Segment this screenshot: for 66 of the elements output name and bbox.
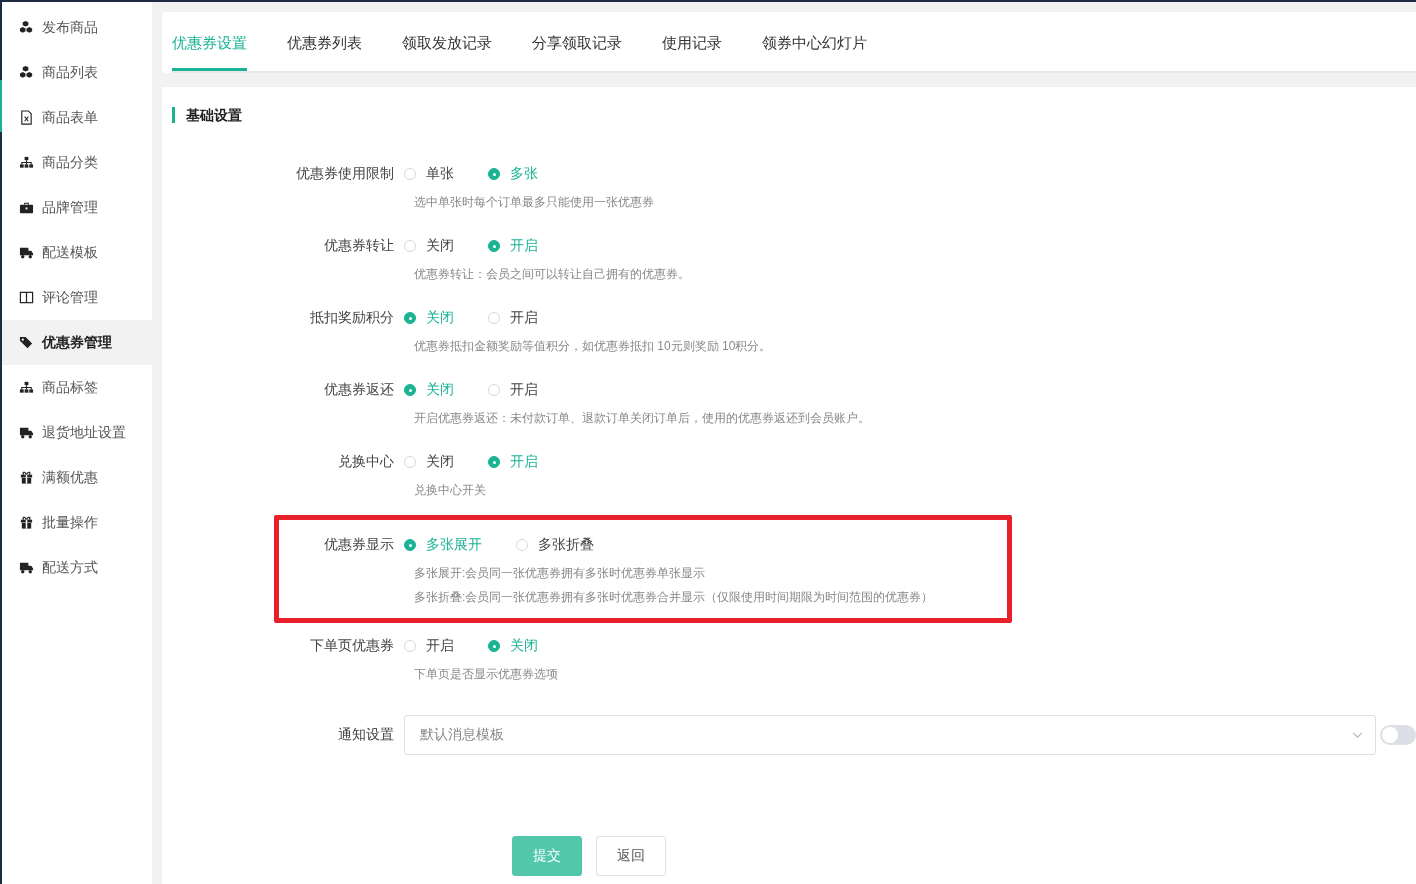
sidebar-item[interactable]: 商品列表 <box>2 50 152 95</box>
radio-button[interactable] <box>488 640 500 652</box>
sidebar-item[interactable]: 配送方式 <box>2 545 152 590</box>
radio-button[interactable] <box>404 384 416 396</box>
gift-icon <box>19 515 34 530</box>
tab[interactable]: 领取发放记录 <box>402 30 492 71</box>
radio-button[interactable] <box>404 539 416 551</box>
radio-option[interactable]: 开启 <box>488 309 538 327</box>
cubes-icon <box>19 65 34 80</box>
sidebar-item[interactable]: 优惠券管理 <box>2 320 152 365</box>
template-dropdown[interactable]: 默认消息模板 <box>404 715 1376 755</box>
tab[interactable]: 优惠券列表 <box>287 30 362 71</box>
radio-button[interactable] <box>488 456 500 468</box>
radio-button[interactable] <box>404 312 416 324</box>
sidebar-item[interactable]: 满额优惠 <box>2 455 152 500</box>
briefcase-icon <box>19 200 34 215</box>
hint-text: 优惠券转让：会员之间可以转让自己拥有的优惠券。 <box>414 267 691 281</box>
hint-text: 优惠券抵扣金额奖励等值积分，如优惠券抵扣 10元则奖励 10积分。 <box>414 339 773 353</box>
gift-icon <box>19 470 34 485</box>
sitemap-icon <box>19 380 34 395</box>
tab[interactable]: 领券中心幻灯片 <box>762 30 867 71</box>
hint-text: 多张展开:会员同一张优惠券拥有多张时优惠券单张显示 <box>414 566 707 580</box>
sidebar-item[interactable]: 退货地址设置 <box>2 410 152 455</box>
hint-text: 下单页是否显示优惠券选项 <box>414 667 559 681</box>
truck-icon <box>19 425 34 440</box>
tab[interactable]: 使用记录 <box>662 30 722 71</box>
radio-option[interactable]: 关闭 <box>404 453 454 471</box>
tags-icon <box>19 335 34 350</box>
field-label: 优惠券转让 <box>323 237 395 255</box>
document-icon <box>19 110 34 125</box>
field-label: 通知设置 <box>337 726 395 744</box>
sidebar-item[interactable]: 批量操作 <box>2 500 152 545</box>
chevron-down-icon <box>1352 731 1363 739</box>
hint-text: 开启优惠券返还：未付款订单、退款订单关闭订单后，使用的优惠券返还到会员账户。 <box>414 411 871 425</box>
field-label: 优惠券使用限制 <box>295 165 395 183</box>
sidebar-item[interactable]: 品牌管理 <box>2 185 152 230</box>
hint-text: 多张折叠:会员同一张优惠券拥有多张时优惠券合并显示（仅限使用时间期限为时间范围的优惠券） <box>414 590 935 604</box>
radio-button[interactable] <box>488 168 500 180</box>
sidebar-item[interactable]: 商品标签 <box>2 365 152 410</box>
section-title: 基础设置 <box>172 107 1416 123</box>
button[interactable]: 返回 <box>596 836 666 876</box>
field-label: 兑换中心 <box>337 453 395 471</box>
sidebar-item[interactable]: 评论管理 <box>2 275 152 320</box>
radio-option[interactable]: 开启 <box>404 637 454 655</box>
radio-option[interactable]: 开启 <box>488 381 538 399</box>
columns-icon <box>19 290 34 305</box>
truck-icon <box>19 245 34 260</box>
sidebar-item[interactable]: 发布商品 <box>2 5 152 50</box>
sitemap-icon <box>19 155 34 170</box>
radio-option[interactable]: 单张 <box>404 165 454 183</box>
tab[interactable]: 分享领取记录 <box>532 30 622 71</box>
radio-option[interactable]: 关闭 <box>404 237 454 255</box>
sidebar-item[interactable]: 配送模板 <box>2 230 152 275</box>
field-label: 抵扣奖励积分 <box>309 309 395 327</box>
field-label: 下单页优惠券 <box>309 637 395 655</box>
sidebar-item[interactable]: 商品表单 <box>2 95 152 140</box>
toggle-switch[interactable] <box>1380 725 1416 745</box>
hint-text: 兑换中心开关 <box>414 483 487 497</box>
radio-button[interactable] <box>488 240 500 252</box>
radio-option[interactable]: 多张折叠 <box>516 536 594 554</box>
hint-text: 选中单张时每个订单最多只能使用一张优惠券 <box>414 195 655 209</box>
field-label: 优惠券返还 <box>323 381 395 399</box>
truck-icon <box>19 560 34 575</box>
field-label: 优惠券显示 <box>323 536 395 554</box>
cubes-icon <box>19 20 34 35</box>
sidebar-item[interactable]: 商品分类 <box>2 140 152 185</box>
